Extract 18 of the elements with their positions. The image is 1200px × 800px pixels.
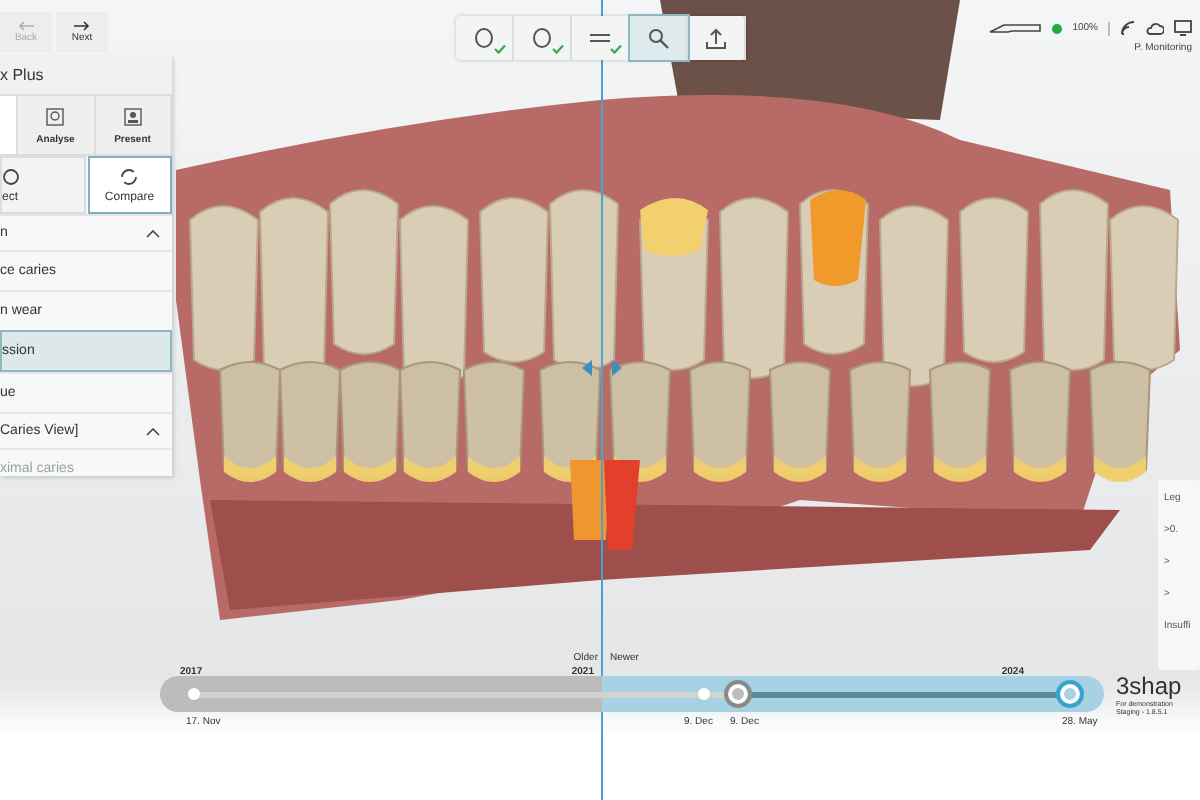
presentation-icon xyxy=(123,108,142,126)
left-arrow-icon xyxy=(18,20,34,32)
right-arrow-icon xyxy=(74,20,90,32)
tool-button[interactable] xyxy=(630,16,688,60)
refresh-icon xyxy=(120,167,139,185)
search-icon xyxy=(646,26,670,50)
brand-logo: 3shap xyxy=(1116,672,1184,700)
magnifier-frame-icon xyxy=(46,108,65,126)
chevron-icon[interactable] xyxy=(146,427,160,435)
chevron-icon[interactable] xyxy=(146,229,160,237)
cloud-icon[interactable] xyxy=(1146,20,1164,36)
upload-icon xyxy=(704,26,728,50)
panel-title: x Plus xyxy=(0,56,172,96)
monitor-icon[interactable] xyxy=(1174,20,1192,36)
ring-icon xyxy=(472,26,496,50)
ring-icon xyxy=(530,26,554,50)
circle-icon xyxy=(2,167,20,185)
scanner-icon xyxy=(988,22,1043,34)
